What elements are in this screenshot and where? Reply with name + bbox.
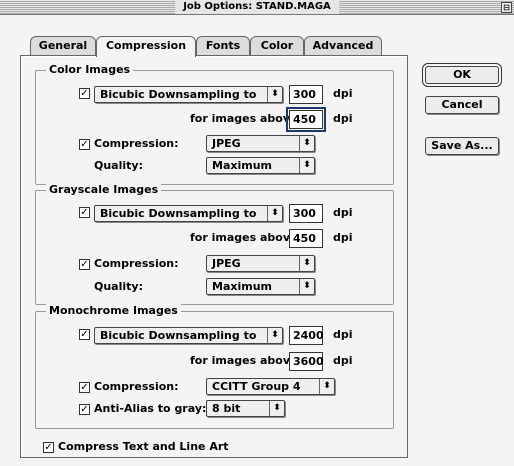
- color-images-group: Color Images ✓ Bicubic Downsampling to ⬍…: [35, 63, 394, 185]
- grayscale-images-title: Grayscale Images: [46, 183, 162, 197]
- tab-advanced[interactable]: Advanced: [304, 36, 382, 56]
- save-as-button[interactable]: Save As...: [425, 137, 499, 155]
- popup-arrows-icon: ⬍: [299, 158, 314, 173]
- color-compression-label: Compression:: [94, 137, 179, 150]
- color-resolution-unit: dpi: [333, 87, 353, 100]
- grayscale-resolution-unit: dpi: [333, 206, 353, 219]
- grayscale-above-unit: dpi: [333, 231, 353, 244]
- tab-fonts[interactable]: Fonts: [196, 36, 250, 56]
- popup-arrows-icon: ⬍: [267, 87, 282, 102]
- tab-general[interactable]: General: [30, 36, 96, 56]
- grayscale-compression-label: Compression:: [94, 257, 179, 270]
- color-downsample-method-value: Bicubic Downsampling to: [100, 88, 257, 101]
- monochrome-above-unit: dpi: [333, 354, 353, 367]
- monochrome-images-title: Monochrome Images: [46, 304, 181, 318]
- monochrome-compression-value: CCITT Group 4: [212, 380, 301, 393]
- compression-panel: Color Images ✓ Bicubic Downsampling to ⬍…: [20, 55, 408, 458]
- popup-arrows-icon: ⬍: [267, 206, 282, 221]
- monochrome-resolution-input[interactable]: 2400: [289, 326, 324, 345]
- grayscale-downsample-checkbox[interactable]: ✓: [79, 207, 90, 218]
- monochrome-antialias-label: Anti-Alias to gray:: [94, 402, 207, 415]
- color-quality-select[interactable]: Maximum ⬍: [206, 157, 315, 174]
- monochrome-downsample-method-select[interactable]: Bicubic Downsampling to ⬍: [94, 327, 283, 344]
- color-compression-select[interactable]: JPEG ⬍: [206, 135, 315, 152]
- color-above-unit: dpi: [333, 112, 353, 125]
- monochrome-compression-select[interactable]: CCITT Group 4 ⬍: [206, 378, 335, 395]
- grayscale-images-group: Grayscale Images ✓ Bicubic Downsampling …: [35, 183, 394, 305]
- zoom-box-icon[interactable]: ⊟: [501, 2, 512, 13]
- popup-arrows-icon: ⬍: [299, 279, 314, 294]
- grayscale-compression-value: JPEG: [212, 257, 241, 270]
- grayscale-downsample-method-select[interactable]: Bicubic Downsampling to ⬍: [94, 205, 283, 222]
- monochrome-images-group: Monochrome Images ✓ Bicubic Downsampling…: [35, 304, 394, 429]
- grayscale-quality-select[interactable]: Maximum ⬍: [206, 278, 315, 295]
- compress-text-checkbox[interactable]: ✓: [43, 442, 54, 453]
- color-compression-checkbox[interactable]: ✓: [79, 139, 90, 150]
- grayscale-above-input[interactable]: 450: [289, 229, 323, 248]
- popup-arrows-icon: ⬍: [267, 328, 282, 343]
- cancel-button[interactable]: Cancel: [425, 96, 499, 114]
- grayscale-compression-checkbox[interactable]: ✓: [79, 259, 90, 270]
- grayscale-downsample-method-value: Bicubic Downsampling to: [100, 207, 257, 220]
- color-compression-value: JPEG: [212, 137, 241, 150]
- title-bar[interactable]: Job Options: STAND.MAGA ⊟: [0, 0, 514, 15]
- monochrome-downsample-checkbox[interactable]: ✓: [79, 329, 90, 340]
- grayscale-above-label: for images above:: [190, 231, 302, 244]
- monochrome-antialias-value: 8 bit: [212, 402, 241, 415]
- color-resolution-input[interactable]: 300: [289, 85, 323, 104]
- popup-arrows-icon: ⬍: [299, 136, 314, 151]
- color-quality-value: Maximum: [212, 159, 272, 172]
- monochrome-compression-checkbox[interactable]: ✓: [79, 382, 90, 393]
- grayscale-quality-label: Quality:: [94, 280, 143, 293]
- monochrome-above-input[interactable]: 3600: [289, 352, 324, 371]
- color-images-title: Color Images: [46, 63, 134, 77]
- color-above-input[interactable]: 450: [286, 107, 326, 132]
- popup-arrows-icon: ⬍: [319, 379, 334, 394]
- monochrome-compression-label: Compression:: [94, 380, 179, 393]
- grayscale-compression-select[interactable]: JPEG ⬍: [206, 255, 315, 272]
- grayscale-resolution-input[interactable]: 300: [289, 204, 323, 223]
- popup-arrows-icon: ⬍: [269, 401, 284, 416]
- monochrome-resolution-unit: dpi: [333, 328, 353, 341]
- color-downsample-method-select[interactable]: Bicubic Downsampling to ⬍: [94, 86, 283, 103]
- popup-arrows-icon: ⬍: [299, 256, 314, 271]
- monochrome-downsample-method-value: Bicubic Downsampling to: [100, 329, 257, 342]
- ok-button[interactable]: OK: [425, 66, 499, 84]
- color-downsample-checkbox[interactable]: ✓: [79, 88, 90, 99]
- monochrome-antialias-select[interactable]: 8 bit ⬍: [206, 400, 285, 417]
- window-title: Job Options: STAND.MAGA: [175, 0, 339, 14]
- tab-color[interactable]: Color: [250, 36, 304, 56]
- compress-text-label: Compress Text and Line Art: [58, 440, 229, 453]
- tab-compression[interactable]: Compression: [96, 36, 196, 57]
- color-quality-label: Quality:: [94, 159, 143, 172]
- grayscale-quality-value: Maximum: [212, 280, 272, 293]
- monochrome-antialias-checkbox[interactable]: ✓: [79, 404, 90, 415]
- color-above-label: for images above:: [190, 112, 302, 125]
- monochrome-above-label: for images above:: [190, 354, 302, 367]
